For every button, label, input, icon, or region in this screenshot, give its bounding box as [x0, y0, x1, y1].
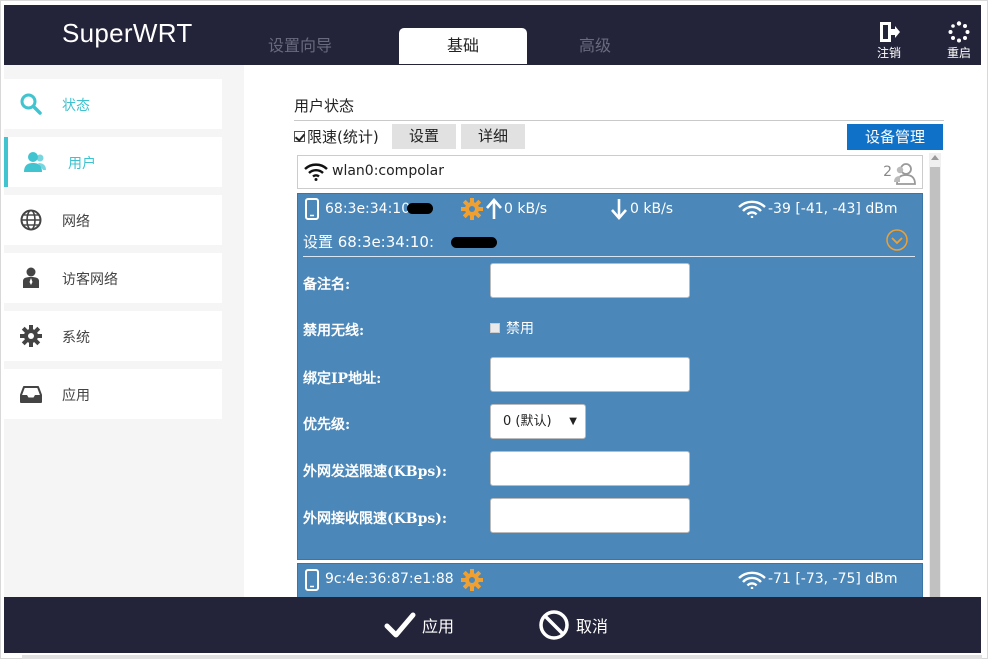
device-settings-gear-icon[interactable] — [460, 197, 484, 221]
divider — [303, 256, 915, 257]
phone-icon — [305, 198, 319, 220]
apply-label: 应用 — [422, 617, 455, 636]
priority-label: 优先级: — [303, 417, 351, 433]
restart-label: 重启 — [946, 46, 971, 60]
sidebar: 状态 用户 网络 访客网络 系统 应用 — [4, 65, 244, 597]
bind-ip-label: 绑定IP地址: — [303, 371, 382, 387]
sidebar-item-guest-network[interactable]: 访客网络 — [4, 253, 222, 303]
download-arrow-icon — [611, 199, 627, 220]
phone-icon — [305, 569, 319, 591]
priority-select[interactable]: 0 (默认) ▼ — [490, 404, 586, 439]
remark-label: 备注名: — [303, 277, 351, 293]
inbox-icon — [20, 386, 42, 403]
wifi-icon — [304, 163, 328, 181]
device-header[interactable]: 68:3e:34:10: 0 kB/s 0 kB/s -39 [-41, -43… — [298, 194, 922, 224]
rate-limit-label: 限速(统计) — [307, 128, 379, 146]
device-mac: 9c:4e:36:87:e1:88 — [325, 571, 454, 587]
remark-input[interactable] — [490, 263, 690, 298]
rate-limit-checkbox[interactable]: 限速(统计) — [294, 126, 379, 147]
sidebar-item-label: 访客网络 — [62, 272, 118, 288]
main-content: 用户状态 限速(统计) 设置 详细 设备管理 wlan0:compolar 2 — [244, 65, 981, 597]
logout-icon — [880, 22, 900, 42]
sidebar-item-label: 网络 — [62, 214, 90, 230]
wlan-client-count: 2 — [883, 164, 892, 180]
signal-wifi-icon — [738, 571, 766, 589]
restart-button[interactable]: 重启 — [939, 21, 979, 61]
sidebar-item-label: 用户 — [68, 156, 96, 172]
priority-selected-value: 0 (默认) — [503, 414, 552, 429]
users-icon — [24, 152, 46, 172]
gear-icon — [20, 325, 42, 347]
wlan-name: wlan0:compolar — [332, 163, 444, 179]
sidebar-item-network[interactable]: 网络 — [4, 195, 222, 245]
sidebar-item-users[interactable]: 用户 — [4, 137, 222, 187]
users-icon — [894, 163, 916, 185]
signal-strength: -71 [-73, -75] dBm — [768, 571, 898, 587]
sidebar-item-label: 系统 — [62, 330, 90, 346]
scroll-up-icon[interactable] — [931, 155, 939, 160]
brand-logo: SuperWRT — [62, 18, 193, 48]
sidebar-item-label: 状态 — [62, 98, 90, 114]
device-card: 68:3e:34:10: 0 kB/s 0 kB/s -39 [-41, -43… — [297, 193, 923, 560]
restart-icon — [948, 21, 970, 43]
tab-setup-wizard[interactable]: 设置向导 — [236, 28, 364, 64]
device-settings-gear-icon[interactable] — [460, 568, 484, 592]
redacted-mask — [451, 237, 497, 248]
device-management-button[interactable]: 设备管理 — [847, 124, 943, 150]
sidebar-item-apps[interactable]: 应用 — [4, 369, 222, 419]
cancel-button[interactable]: 取消 — [538, 607, 608, 643]
bind-ip-input[interactable] — [490, 357, 690, 392]
disable-wifi-option-label: 禁用 — [506, 321, 534, 337]
horizontal-scrollbar[interactable] — [22, 655, 982, 659]
sidebar-item-status[interactable]: 状态 — [4, 79, 222, 129]
settings-button[interactable]: 设置 — [392, 124, 456, 149]
upload-arrow-icon — [486, 198, 502, 219]
disable-wifi-label: 禁用无线: — [303, 323, 365, 339]
search-icon — [20, 93, 42, 115]
section-divider — [294, 120, 944, 121]
cancel-label: 取消 — [576, 617, 609, 636]
upload-rate: 0 kB/s — [504, 201, 548, 217]
checkbox-checked[interactable] — [294, 131, 305, 142]
download-limit-label: 外网接收限速(KBps): — [303, 511, 448, 527]
wlan-interface-row[interactable]: wlan0:compolar 2 — [297, 155, 923, 189]
device-mac: 68:3e:34:10: — [325, 201, 415, 217]
scrollbar-thumb[interactable] — [930, 167, 940, 597]
download-limit-input[interactable] — [490, 498, 690, 533]
logout-button[interactable]: 注销 — [869, 21, 909, 61]
apply-button[interactable]: 应用 — [384, 607, 454, 643]
checkbox-unchecked[interactable] — [490, 323, 500, 333]
bottom-action-bar: 应用 取消 — [4, 597, 981, 653]
tab-basic[interactable]: 基础 — [399, 28, 527, 64]
signal-strength: -39 [-41, -43] dBm — [768, 201, 898, 217]
upload-limit-input[interactable] — [490, 451, 690, 486]
logout-label: 注销 — [876, 46, 901, 60]
sidebar-item-system[interactable]: 系统 — [4, 311, 222, 361]
section-title: 用户状态 — [294, 97, 355, 115]
globe-icon — [20, 209, 42, 231]
details-button[interactable]: 详细 — [461, 124, 525, 149]
upload-limit-label: 外网发送限速(KBps): — [303, 464, 448, 480]
dropdown-arrow-icon: ▼ — [569, 416, 577, 427]
download-rate: 0 kB/s — [630, 201, 674, 217]
tab-advanced[interactable]: 高级 — [531, 28, 659, 64]
vertical-scrollbar[interactable] — [929, 153, 941, 597]
sidebar-item-label: 应用 — [62, 388, 90, 404]
collapse-chevron-icon[interactable] — [885, 228, 909, 252]
device-settings-title: 设置 68:3e:34:10: — [303, 233, 435, 251]
signal-wifi-icon — [738, 200, 766, 218]
disable-wifi-checkbox[interactable]: 禁用 — [490, 318, 534, 338]
redacted-mask — [407, 203, 433, 214]
top-bar: SuperWRT 设置向导 基础 高级 注销 重启 — [4, 5, 981, 65]
cancel-icon — [539, 610, 569, 640]
guest-icon — [23, 267, 39, 288]
checkmark-icon — [384, 612, 416, 638]
device-card[interactable]: 9c:4e:36:87:e1:88 -71 [-73, -75] dBm — [297, 563, 923, 597]
